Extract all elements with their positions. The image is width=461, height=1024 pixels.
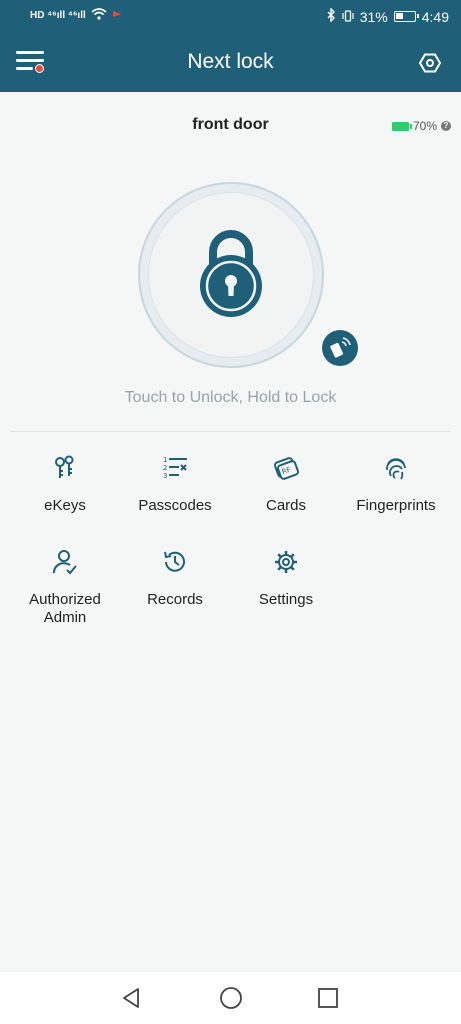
home-icon[interactable] xyxy=(219,986,243,1010)
vibrate-icon xyxy=(342,9,354,25)
menu-fingerprints-label: Fingerprints xyxy=(356,497,436,514)
ekeys-icon xyxy=(55,455,74,478)
menu-settings-label: Settings xyxy=(258,591,314,608)
clock: 4:49 xyxy=(421,8,449,25)
app-header: Next lock xyxy=(0,34,461,92)
passcodes-icon: 1 2 3 xyxy=(163,456,187,480)
lock-battery-percent: 70% xyxy=(412,119,437,133)
status-bar: HD ⁴⁶ıll ⁴⁶ıll 31% 4:49 xyxy=(0,0,461,34)
menu-records-label: Records xyxy=(147,591,203,608)
unlock-button[interactable] xyxy=(138,182,324,368)
status-left: HD ⁴⁶ıll ⁴⁶ıll xyxy=(30,8,122,23)
wifi-icon xyxy=(91,8,107,23)
nfc-phone-icon[interactable] xyxy=(322,330,358,366)
menu-settings[interactable]: Settings xyxy=(231,548,341,609)
menu-ekeys-label: eKeys xyxy=(44,497,86,514)
svg-text:2: 2 xyxy=(163,464,167,472)
notification-icon xyxy=(112,9,122,22)
menu-cards[interactable]: RF Cards xyxy=(231,454,341,515)
fingerprint-icon xyxy=(386,458,406,480)
records-icon xyxy=(164,551,185,572)
menu-passcodes-label: Passcodes xyxy=(138,497,212,514)
bluetooth-icon xyxy=(327,7,336,25)
menu-authorized-admin[interactable]: Authorized Admin xyxy=(10,548,120,627)
battery-percent: 31% xyxy=(359,8,388,25)
help-icon[interactable]: ? xyxy=(441,121,451,131)
svg-text:3: 3 xyxy=(163,472,167,480)
page-title: Next lock xyxy=(187,50,274,73)
system-nav-bar xyxy=(0,972,461,1024)
recents-icon[interactable] xyxy=(316,986,340,1010)
battery-icon xyxy=(391,121,412,131)
lock-hint: Touch to Unlock, Hold to Lock xyxy=(124,389,337,406)
admin-icon xyxy=(52,550,77,575)
cards-icon: RF xyxy=(273,457,300,480)
unlock-button-face[interactable] xyxy=(148,192,314,358)
menu-ekeys[interactable]: eKeys xyxy=(10,454,120,515)
network-indicators: HD ⁴⁶ıll ⁴⁶ıll xyxy=(30,10,86,21)
menu-records[interactable]: Records xyxy=(120,548,230,609)
menu-fingerprints[interactable]: Fingerprints xyxy=(341,454,451,515)
menu-passcodes[interactable]: 1 2 3 Passcodes xyxy=(120,454,230,515)
lock-battery: 70% ? xyxy=(391,119,451,133)
svg-text:1: 1 xyxy=(163,456,167,464)
divider xyxy=(10,431,451,432)
settings-gear-icon xyxy=(275,551,297,573)
hexagon-settings-icon[interactable] xyxy=(419,52,441,74)
menu-admin-label-line2: Admin xyxy=(43,609,87,626)
back-icon[interactable] xyxy=(120,986,144,1010)
menu-admin-label-line1: Authorized xyxy=(29,591,101,608)
padlock-icon xyxy=(200,230,262,317)
menu-cards-label: Cards xyxy=(265,497,306,514)
status-right: 31% 4:49 xyxy=(327,7,449,25)
battery-icon xyxy=(393,11,419,22)
